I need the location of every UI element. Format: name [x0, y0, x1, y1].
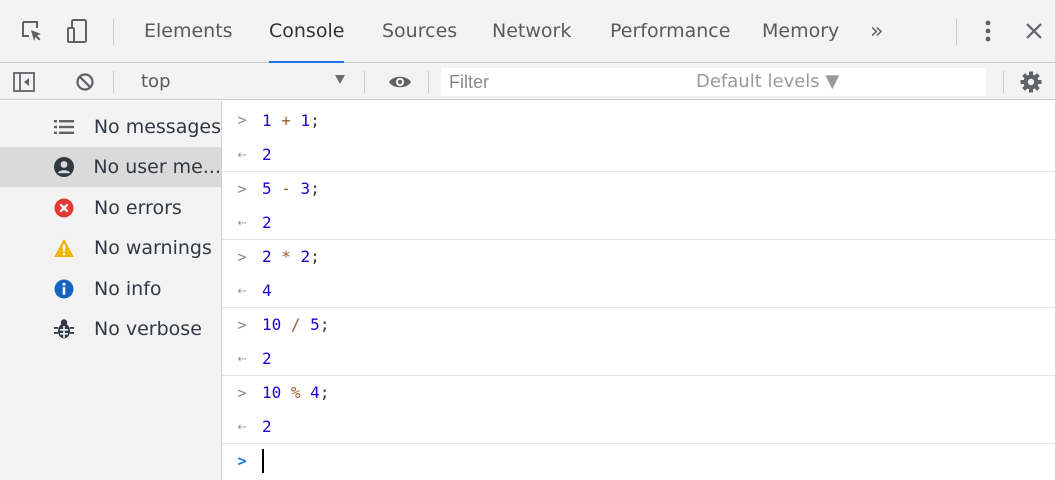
- code-token: -: [271, 179, 301, 198]
- separator: [113, 19, 114, 45]
- code-token: 2: [300, 247, 311, 266]
- user-icon: [50, 156, 77, 178]
- result-arrow-icon: ⇠: [237, 349, 247, 367]
- live-expression-eye-icon[interactable]: [387, 69, 413, 95]
- log-levels-dropdown[interactable]: Default levels ▼: [696, 63, 839, 100]
- result-value: 4: [262, 280, 272, 300]
- code-token: ;: [310, 247, 320, 266]
- tab-memory[interactable]: Memory: [762, 0, 839, 63]
- device-toolbar-icon[interactable]: [64, 17, 92, 45]
- sidebar-item-info[interactable]: No info: [0, 269, 221, 309]
- settings-gear-icon[interactable]: [1018, 69, 1044, 95]
- result-arrow-icon: ⇠: [237, 281, 247, 299]
- console-result-row: ⇠ 4: [222, 273, 1055, 307]
- code-token: 2: [262, 247, 272, 266]
- inspect-element-icon[interactable]: [18, 17, 46, 45]
- close-icon[interactable]: [1020, 17, 1048, 45]
- prompt-chevron-icon: >: [237, 451, 247, 470]
- console-command-row: >10 % 4;: [222, 375, 1055, 409]
- console-command-row: >1 + 1;: [222, 103, 1055, 137]
- console-result-row: ⇠ 2: [222, 341, 1055, 375]
- prompt-chevron-icon: >: [237, 315, 247, 334]
- code-token: 4: [310, 383, 320, 402]
- console-result-row: ⇠ 2: [222, 409, 1055, 443]
- prompt-chevron-icon: >: [237, 111, 247, 129]
- devtools-tabbar: Elements Console Sources Network Perform…: [0, 0, 1055, 63]
- code-token: 1: [262, 110, 272, 130]
- command-text: 10 / 5;: [262, 315, 329, 334]
- prompt-chevron-icon: >: [237, 247, 247, 266]
- command-text: 2 * 2;: [262, 247, 320, 266]
- command-text: 1 + 1;: [262, 111, 320, 130]
- sidebar-item-user-messages[interactable]: No user me...: [0, 147, 221, 187]
- result-value: 2: [262, 144, 272, 164]
- separator: [956, 19, 957, 45]
- tab-performance[interactable]: Performance: [610, 0, 730, 63]
- sidebar-item-label: No user me...: [93, 156, 221, 178]
- console-toolbar: top Default levels ▼: [0, 63, 1055, 100]
- sidebar-item-label: No info: [94, 278, 162, 300]
- console-command-row: >10 / 5;: [222, 307, 1055, 341]
- code-token: +: [271, 110, 301, 130]
- code-token: 10: [262, 383, 282, 402]
- code-token: 10: [262, 315, 282, 334]
- separator: [113, 71, 114, 93]
- console-output[interactable]: >1 + 1; ⇠ 2 >5 - 3; ⇠ 2 >2 * 2; ⇠ 4 >10 / 5; ⇠ 2 >10…: [222, 101, 1055, 480]
- bug-icon: [50, 318, 78, 340]
- console-input-row[interactable]: >: [222, 443, 1055, 477]
- code-token: *: [271, 247, 301, 266]
- console-command-row: >5 - 3;: [222, 171, 1055, 205]
- code-token: ;: [310, 179, 320, 198]
- prompt-chevron-icon: >: [237, 383, 247, 402]
- console-result-row: ⇠ 2: [222, 205, 1055, 239]
- sidebar-item-warnings[interactable]: No warnings: [0, 228, 221, 268]
- code-token: 3: [300, 179, 311, 198]
- tab-sources[interactable]: Sources: [382, 0, 457, 63]
- result-value: 2: [262, 212, 272, 232]
- sidebar-item-messages[interactable]: No messages: [0, 107, 221, 147]
- list-icon: [50, 119, 78, 135]
- info-icon: [50, 279, 78, 299]
- tab-elements[interactable]: Elements: [144, 0, 233, 63]
- command-text: 10 % 4;: [262, 383, 329, 402]
- error-icon: [50, 198, 78, 218]
- code-token: 5: [310, 315, 320, 334]
- tab-network[interactable]: Network: [492, 0, 571, 63]
- code-token: /: [281, 315, 311, 334]
- result-value: 2: [262, 348, 272, 368]
- context-selector[interactable]: top: [141, 63, 171, 100]
- console-sidebar: No messages No user me... No errors No w…: [0, 101, 222, 480]
- separator: [1003, 71, 1004, 93]
- code-token: ;: [319, 383, 330, 402]
- console-result-row: ⇠ 2: [222, 137, 1055, 171]
- code-token: ;: [310, 110, 320, 130]
- separator: [364, 71, 365, 93]
- separator: [428, 71, 429, 93]
- warning-icon: [50, 238, 78, 258]
- result-value: 2: [262, 416, 272, 436]
- sidebar-item-label: No errors: [94, 197, 182, 219]
- text-caret: [262, 448, 264, 473]
- code-token: %: [281, 383, 311, 402]
- tab-console[interactable]: Console: [269, 0, 345, 63]
- code-token: 1: [300, 110, 311, 130]
- context-dropdown-arrow-icon[interactable]: [335, 75, 345, 84]
- code-token: 5: [262, 179, 272, 198]
- sidebar-toggle-icon[interactable]: [11, 69, 37, 95]
- prompt-chevron-icon: >: [237, 179, 247, 198]
- sidebar-item-errors[interactable]: No errors: [0, 188, 221, 228]
- result-arrow-icon: ⇠: [237, 417, 247, 435]
- console-command-row: >2 * 2;: [222, 239, 1055, 273]
- result-arrow-icon: ⇠: [237, 213, 247, 231]
- sidebar-item-label: No messages: [93, 116, 221, 138]
- clear-console-icon[interactable]: [72, 69, 98, 95]
- sidebar-item-label: No verbose: [94, 318, 202, 340]
- sidebar-item-verbose[interactable]: No verbose: [0, 309, 221, 349]
- kebab-menu-icon[interactable]: [974, 17, 1002, 45]
- sidebar-item-label: No warnings: [94, 237, 212, 259]
- result-arrow-icon: ⇠: [237, 145, 247, 163]
- code-token: ;: [319, 315, 330, 334]
- more-tabs-icon[interactable]: »: [870, 0, 883, 63]
- command-text: 5 - 3;: [262, 179, 320, 198]
